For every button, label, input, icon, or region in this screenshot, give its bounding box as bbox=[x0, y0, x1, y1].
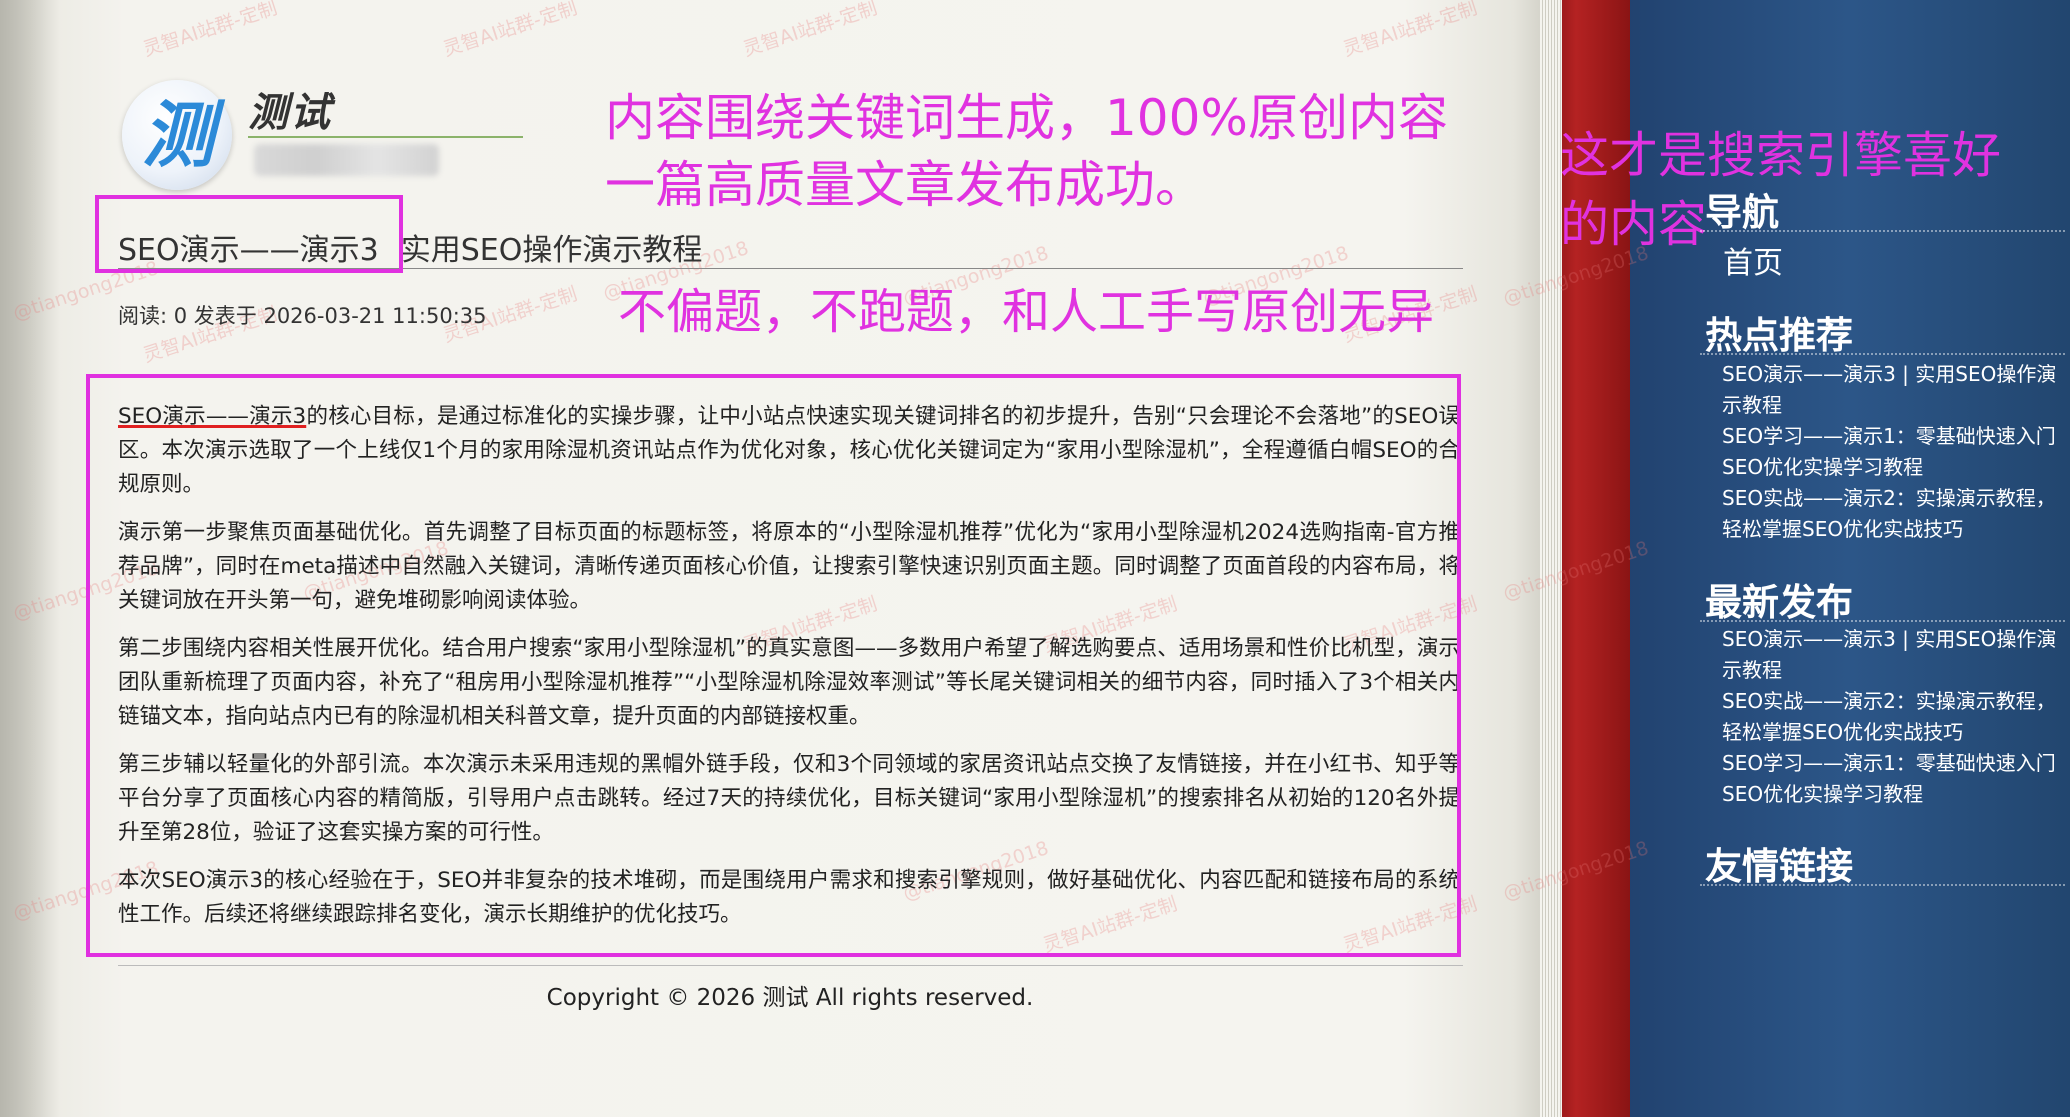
latest-item-link[interactable]: SEO实战——演示2：实操演示教程，轻松掌握SEO优化实战技巧 bbox=[1722, 686, 2062, 748]
hot-item-link[interactable]: SEO学习——演示1：零基础快速入门SEO优化实操学习教程 bbox=[1722, 421, 2062, 483]
sidebar-divider bbox=[1700, 884, 2065, 886]
sidebar-heading-nav: 导航 bbox=[1705, 191, 1779, 234]
hot-item-link[interactable]: SEO演示——演示3 | 实用SEO操作演示教程 bbox=[1722, 359, 2062, 421]
blurred-subtitle bbox=[254, 144, 439, 176]
sidebar-heading-hot: 热点推荐 bbox=[1705, 314, 1853, 357]
latest-item-link[interactable]: SEO学习——演示1：零基础快速入门SEO优化实操学习教程 bbox=[1722, 748, 2062, 810]
page-edges bbox=[1540, 0, 1562, 1117]
annotation-box-content bbox=[86, 374, 1461, 957]
title-underline bbox=[248, 136, 523, 138]
nav-link-home[interactable]: 首页 bbox=[1723, 238, 1783, 282]
annotation-text: 一篇高质量文章发布成功。 bbox=[605, 156, 1205, 214]
site-title[interactable]: 测试 bbox=[248, 80, 332, 138]
logo-icon: 测 bbox=[141, 93, 214, 177]
annotation-text: 内容围绕关键词生成，100%原创内容 bbox=[605, 89, 1448, 147]
annotation-text: 这才是搜索引擎喜好 bbox=[1560, 127, 2002, 184]
footer-divider bbox=[118, 965, 1463, 966]
page-spine-shadow bbox=[0, 0, 60, 1117]
sidebar-divider bbox=[1700, 353, 2065, 355]
sidebar-divider bbox=[1700, 620, 2065, 622]
copyright: Copyright © 2026 测试 All rights reserved. bbox=[546, 985, 1034, 1011]
article-title-sub: 实用SEO操作演示教程 bbox=[400, 233, 703, 268]
sidebar-heading-links: 友情链接 bbox=[1705, 845, 1853, 888]
article-meta: 阅读: 0 发表于 2026-03-21 11:50:35 bbox=[118, 304, 487, 328]
sidebar-heading-latest: 最新发布 bbox=[1705, 581, 1853, 624]
sidebar-divider bbox=[1700, 230, 2065, 232]
annotation-text: 的内容 bbox=[1560, 196, 1708, 253]
annotation-text: 不偏题，不跑题，和人工手写原创无异 bbox=[618, 284, 1435, 340]
latest-item-link[interactable]: SEO演示——演示3 | 实用SEO操作演示教程 bbox=[1722, 624, 2062, 686]
annotation-box-title bbox=[95, 195, 403, 273]
hot-item-link[interactable]: SEO实战——演示2：实操演示教程，轻松掌握SEO优化实战技巧 bbox=[1722, 483, 2062, 545]
